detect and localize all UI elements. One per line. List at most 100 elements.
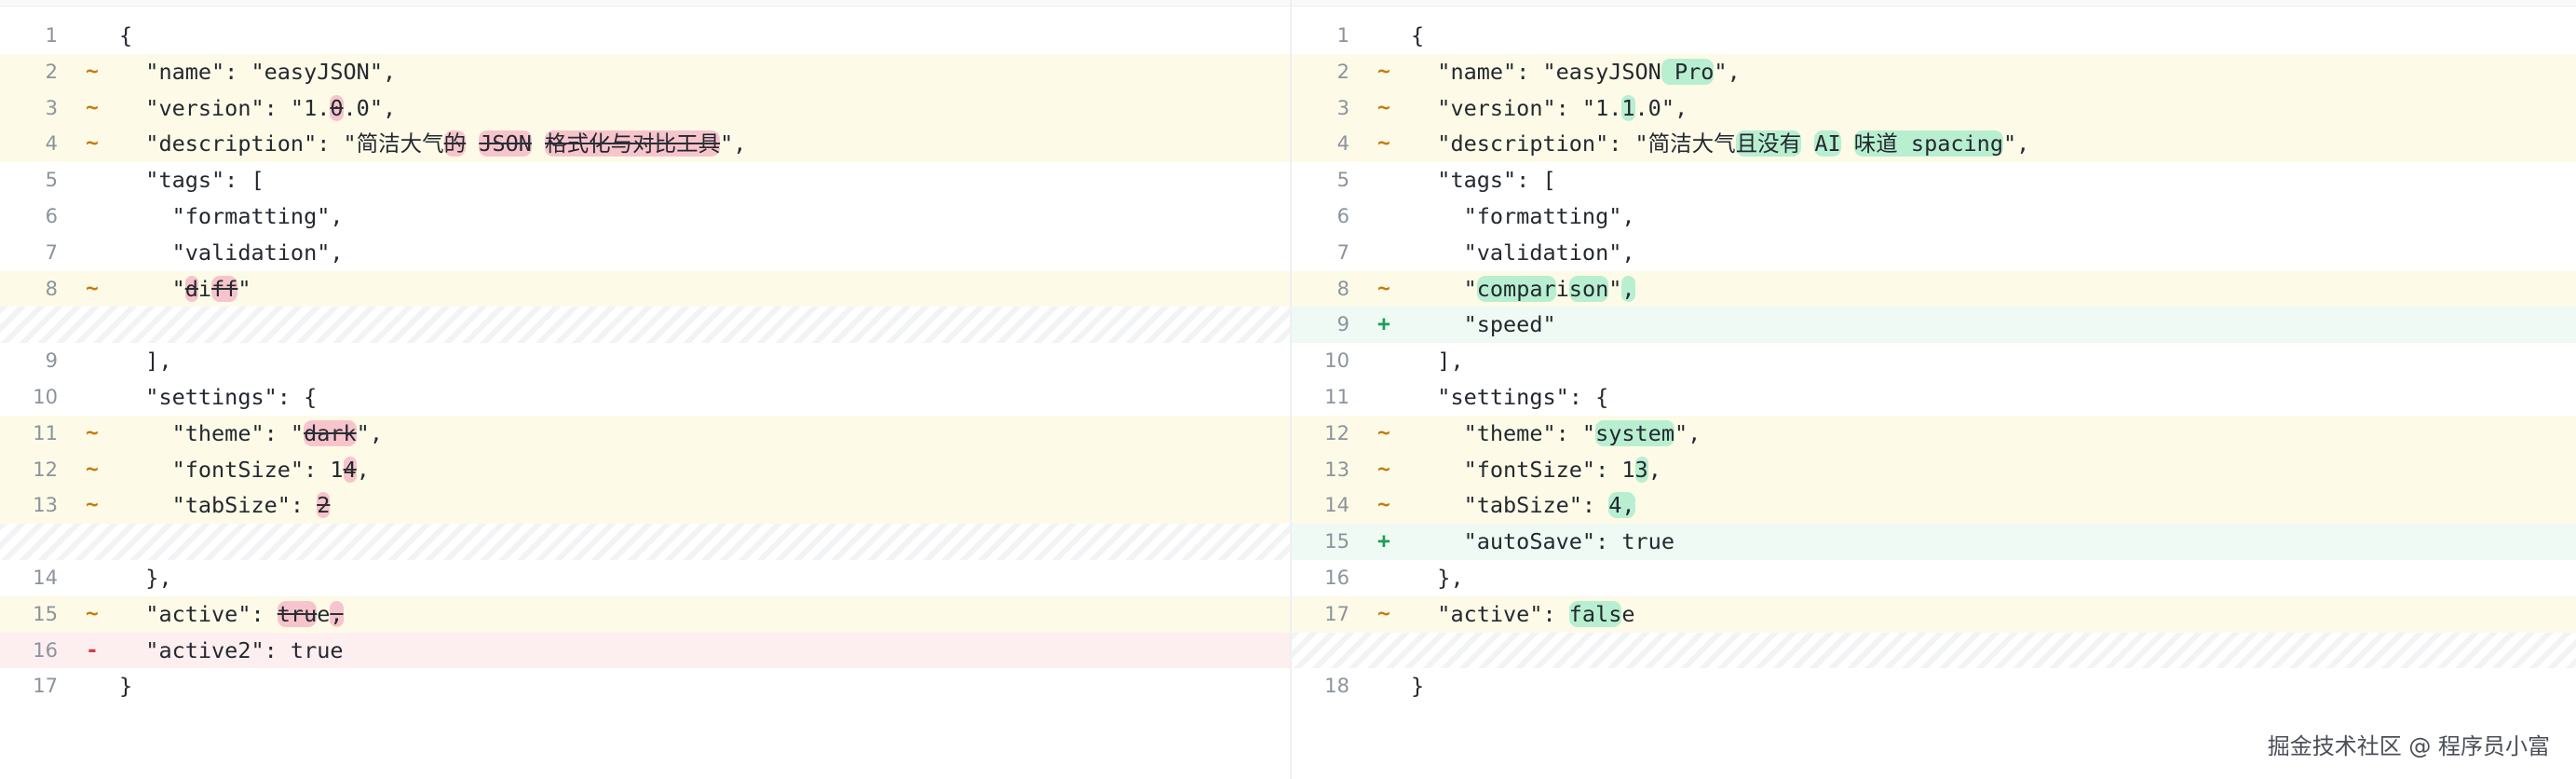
diff-line[interactable]: 1{ <box>1292 18 2576 54</box>
diff-line[interactable]: 18} <box>1292 668 2576 704</box>
diff-line[interactable]: 2 ~ "name": "easyJSON Pro", <box>1292 53 2576 90</box>
diff-line[interactable]: 16 }, <box>1292 560 2576 596</box>
code-text: "formatting", <box>1411 198 1635 235</box>
diff-line[interactable]: 1{ <box>0 18 1290 54</box>
diff-padding-row <box>1292 632 2576 669</box>
code-text: "validation", <box>1411 235 1635 271</box>
code-segment: } <box>119 673 133 700</box>
code-text: { <box>119 18 132 54</box>
line-number: 2 <box>45 60 58 83</box>
code-text: "description": "简洁大气的 JSON 格式化与对比工具", <box>119 126 746 162</box>
diff-line[interactable]: 4 ~ "description": "简洁大气且没有 AI 味道 spacing… <box>1292 126 2576 163</box>
diff-line[interactable]: 12 ~ "theme": "system", <box>1292 415 2576 452</box>
diff-line[interactable]: 6 "formatting", <box>1292 198 2576 235</box>
right-diff-pane[interactable]: 1{2 ~ "name": "easyJSON Pro", 3 ~ "version"… <box>1292 18 2576 704</box>
code-segment: " <box>1608 275 1622 302</box>
code-segment: ", <box>2002 130 2030 157</box>
diff-line[interactable]: 11 ~ "theme": "dark", <box>0 415 1290 452</box>
diff-line[interactable]: 2 ~ "name": "easyJSON", <box>0 53 1290 90</box>
code-text: "tags": [ <box>119 162 264 198</box>
diff-line[interactable]: 9 ], <box>0 343 1290 379</box>
code-text: "settings": { <box>119 379 317 416</box>
added-segment: 4, <box>1608 492 1635 519</box>
change-marker: ~ <box>86 131 99 157</box>
change-marker: ~ <box>1377 131 1390 157</box>
line-number: 3 <box>45 96 58 119</box>
code-text: "theme": "system", <box>1411 416 1701 452</box>
removed-segment: ff <box>211 275 238 302</box>
line-number: 6 <box>45 204 58 227</box>
diff-line[interactable]: 8 ~ "comparison", <box>1292 270 2576 308</box>
code-segment: ", <box>356 419 383 446</box>
code-segment: "fontSize": 1 <box>1411 456 1635 483</box>
line-number: 17 <box>33 675 58 698</box>
added-segment: fals <box>1568 600 1622 627</box>
diff-line[interactable]: 5 "tags": [ <box>1292 162 2576 198</box>
diff-line[interactable]: 5 "tags": [ <box>0 162 1290 198</box>
line-number: 5 <box>1336 169 1349 192</box>
change-marker: ~ <box>86 95 99 120</box>
code-segment: "version": "1. <box>1411 94 1622 121</box>
diff-line[interactable]: 3 ~ "version": "1.0.0", <box>0 89 1290 127</box>
line-number: 9 <box>1336 313 1349 336</box>
diff-line[interactable]: 7 "validation", <box>0 235 1290 271</box>
diff-line[interactable]: 15 ~ "active": true, <box>0 595 1290 633</box>
code-segment: .0", <box>343 94 397 121</box>
diff-line[interactable]: 15 + "autoSave": true <box>1292 524 2576 560</box>
diff-line[interactable]: 17} <box>0 668 1290 704</box>
code-segment: "description": "简洁大气 <box>119 130 444 157</box>
line-number: 2 <box>1336 60 1349 83</box>
code-text: "theme": "dark", <box>119 416 383 452</box>
change-marker: - <box>86 637 99 663</box>
code-segment: "settings": { <box>119 383 318 410</box>
line-number: 5 <box>45 169 58 192</box>
line-number: 4 <box>45 132 58 156</box>
line-number: 9 <box>45 349 58 373</box>
diff-line[interactable]: 4 ~ "description": "简洁大气的 JSON 格式化与对比工具", <box>0 126 1290 163</box>
code-text: "comparison", <box>1411 271 1635 308</box>
code-segment: i <box>1555 275 1569 302</box>
change-marker: + <box>1377 312 1390 337</box>
diff-line[interactable]: 10 "settings": { <box>0 379 1290 416</box>
diff-line[interactable]: 13 ~ "fontSize": 13, <box>1292 451 2576 488</box>
code-text: }, <box>119 560 171 596</box>
code-text: "tabSize": 4, <box>1411 487 1635 524</box>
diff-line[interactable]: 3 ~ "version": "1.1.0", <box>1292 89 2576 127</box>
diff-line[interactable]: 7 "validation", <box>1292 235 2576 271</box>
code-segment: e <box>317 600 331 627</box>
code-segment: "tags": [ <box>1411 167 1556 194</box>
diff-line[interactable]: 9 + "speed" <box>1292 307 2576 344</box>
code-text: "diff" <box>119 271 251 308</box>
diff-line[interactable]: 14 ~ "tabSize": 4, <box>1292 487 2576 525</box>
diff-line[interactable]: 6 "formatting", <box>0 198 1290 235</box>
diff-line[interactable]: 8 ~ "diff" <box>0 270 1290 308</box>
code-segment: "version": "1. <box>119 94 331 121</box>
diff-line[interactable]: 17 ~ "active": false <box>1292 595 2576 633</box>
line-number: 7 <box>1336 240 1349 264</box>
code-segment: "theme": " <box>1411 419 1596 446</box>
code-segment: , <box>356 456 370 483</box>
diff-line[interactable]: 10 ], <box>1292 343 2576 379</box>
line-number: 14 <box>33 566 58 589</box>
added-segment: compar <box>1476 275 1556 302</box>
diff-line[interactable]: 13 ~ "tabSize": 2 <box>0 487 1290 525</box>
code-segment: "tabSize": <box>1411 492 1609 519</box>
diff-line[interactable]: 11 "settings": { <box>1292 379 2576 416</box>
change-marker: ~ <box>86 493 99 518</box>
change-marker: ~ <box>1377 420 1390 445</box>
diff-line[interactable]: 12 ~ "fontSize": 14, <box>0 451 1290 488</box>
code-text: } <box>119 668 132 704</box>
code-segment: { <box>119 22 133 48</box>
code-text: ], <box>119 343 171 379</box>
diff-line[interactable]: 14 }, <box>0 560 1290 596</box>
code-segment: " <box>119 275 185 302</box>
removed-segment: 格式化与对比工具 <box>545 130 721 157</box>
change-marker: ~ <box>86 601 99 626</box>
left-diff-pane[interactable]: 1{2 ~ "name": "easyJSON", 3 ~ "version": "1… <box>0 18 1290 704</box>
diff-line[interactable]: 16 - "active2": true <box>0 632 1290 669</box>
code-segment: "formatting", <box>119 202 344 229</box>
